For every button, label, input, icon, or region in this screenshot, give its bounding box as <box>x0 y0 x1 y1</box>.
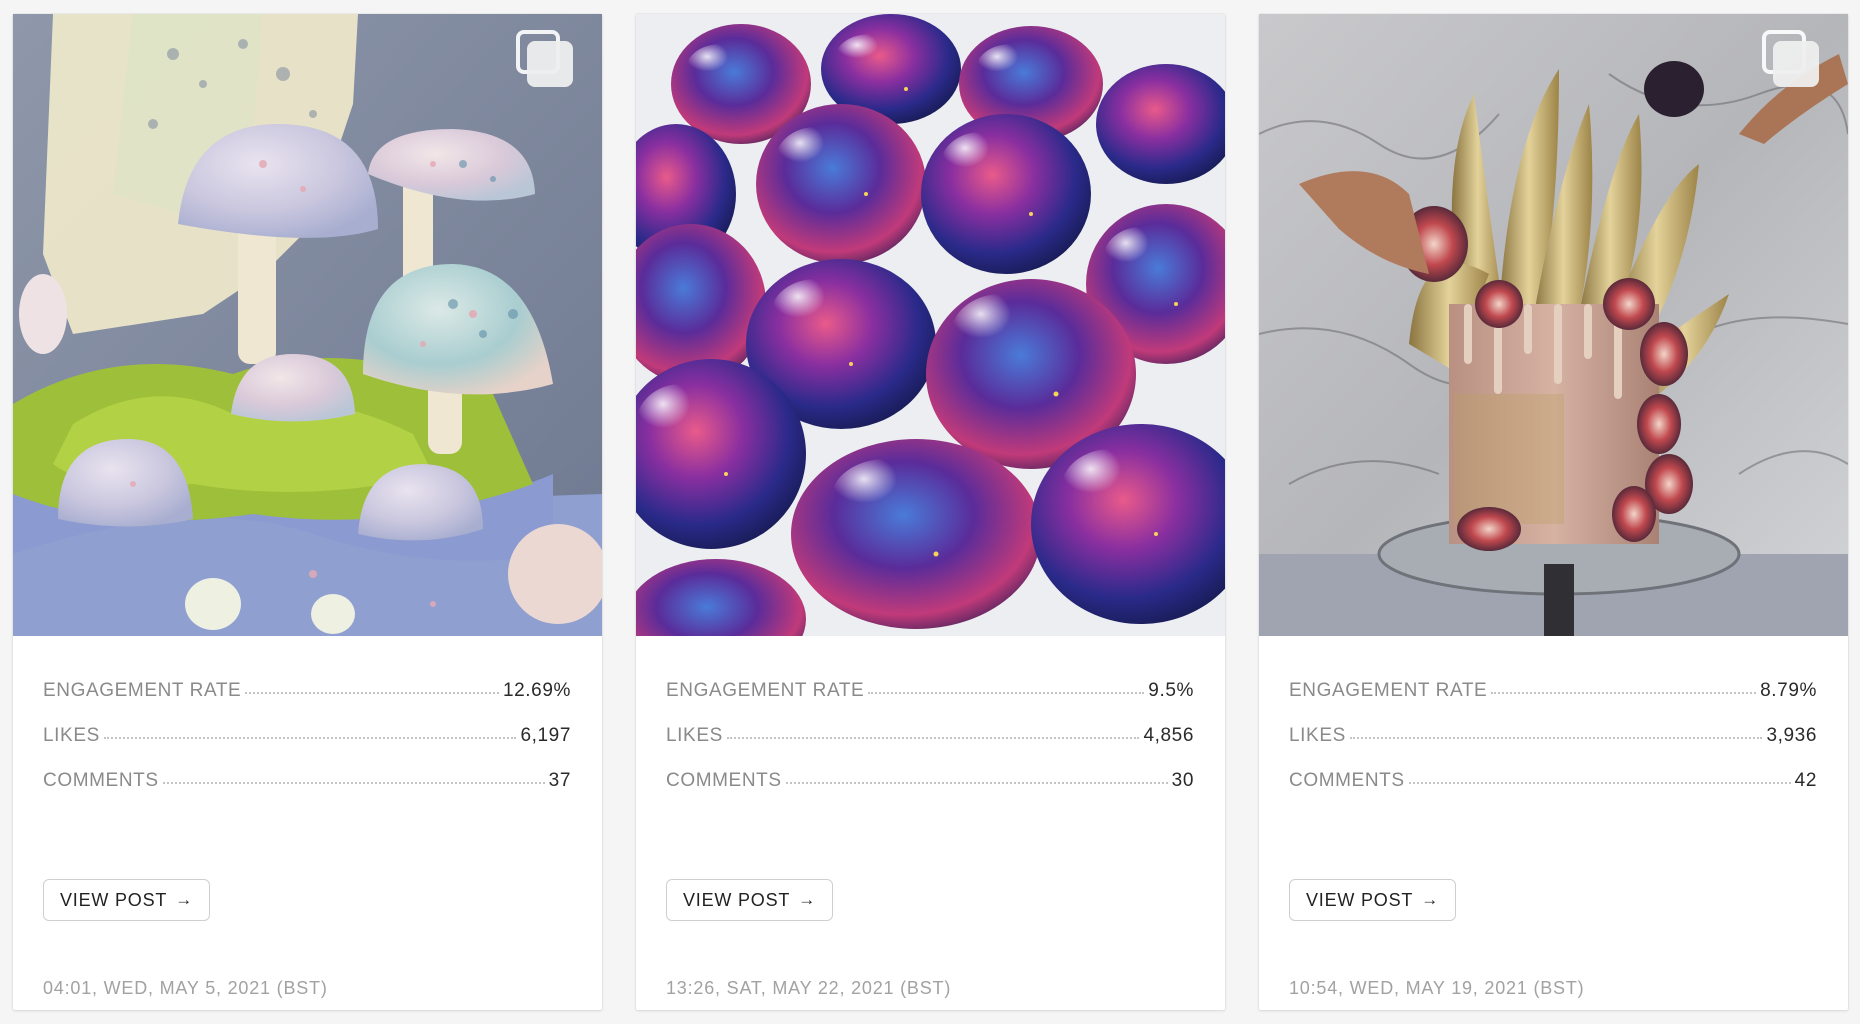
carousel-icon <box>1762 30 1820 88</box>
arrow-right-icon: → <box>798 890 817 909</box>
likes-label: LIKES <box>43 725 100 746</box>
comments-row: COMMENTS 42 <box>1289 770 1817 815</box>
dotted-leader <box>103 737 517 739</box>
likes-value: 6,197 <box>520 725 571 746</box>
view-post-label: VIEW POST <box>683 889 791 910</box>
comments-value: 37 <box>548 770 571 791</box>
likes-value: 4,856 <box>1143 725 1194 746</box>
dotted-leader <box>162 782 545 784</box>
likes-row: LIKES 3,936 <box>1289 725 1817 770</box>
engagement-rate-row: ENGAGEMENT RATE 8.79% <box>1289 680 1817 725</box>
dotted-leader <box>868 692 1145 694</box>
post-stats: ENGAGEMENT RATE 9.5% LIKES 4,856 COMMENT… <box>666 680 1194 815</box>
comments-value: 30 <box>1171 770 1194 791</box>
engagement-rate-value: 8.79% <box>1760 680 1817 701</box>
arrow-right-icon: → <box>1421 890 1440 909</box>
fig-drip-cake-image <box>1259 14 1848 636</box>
view-post-label: VIEW POST <box>60 889 168 910</box>
engagement-rate-row: ENGAGEMENT RATE 12.69% <box>43 680 571 725</box>
comments-label: COMMENTS <box>1289 770 1405 791</box>
engagement-rate-label: ENGAGEMENT RATE <box>1289 680 1488 701</box>
post-timestamp: 10:54, WED, MAY 19, 2021 (BST) <box>1289 978 1585 998</box>
post-image-galaxy-bonbons[interactable] <box>636 14 1225 636</box>
engagement-rate-label: ENGAGEMENT RATE <box>43 680 242 701</box>
post-card: ENGAGEMENT RATE 8.79% LIKES 3,936 COMMEN… <box>1259 14 1848 1010</box>
arrow-right-icon: → <box>175 890 194 909</box>
view-post-button[interactable]: VIEW POST → <box>1289 879 1457 921</box>
post-card: ENGAGEMENT RATE 9.5% LIKES 4,856 COMMENT… <box>636 14 1225 1010</box>
mushroom-cake-image <box>13 14 602 636</box>
dotted-leader <box>785 782 1168 784</box>
dotted-leader <box>245 692 499 694</box>
likes-row: LIKES 4,856 <box>666 725 1194 770</box>
post-stats: ENGAGEMENT RATE 12.69% LIKES 6,197 COMME… <box>43 680 571 815</box>
comments-label: COMMENTS <box>666 770 782 791</box>
post-image-fig-cake[interactable] <box>1259 14 1848 636</box>
comments-value: 42 <box>1794 770 1817 791</box>
post-grid: ENGAGEMENT RATE 12.69% LIKES 6,197 COMME… <box>13 14 1848 1010</box>
dotted-leader <box>1491 692 1757 694</box>
dotted-leader <box>1408 782 1791 784</box>
post-stats: ENGAGEMENT RATE 8.79% LIKES 3,936 COMMEN… <box>1289 680 1817 815</box>
likes-label: LIKES <box>1289 725 1346 746</box>
engagement-rate-value: 12.69% <box>502 680 571 701</box>
likes-label: LIKES <box>666 725 723 746</box>
view-post-button[interactable]: VIEW POST → <box>43 879 211 921</box>
dotted-leader <box>726 737 1140 739</box>
comments-row: COMMENTS 30 <box>666 770 1194 815</box>
view-post-button[interactable]: VIEW POST → <box>666 879 834 921</box>
post-image-mushroom-cake[interactable] <box>13 14 602 636</box>
engagement-rate-row: ENGAGEMENT RATE 9.5% <box>666 680 1194 725</box>
likes-value: 3,936 <box>1766 725 1817 746</box>
galaxy-bonbons-image <box>636 14 1225 636</box>
dotted-leader <box>1349 737 1763 739</box>
carousel-icon <box>516 30 574 88</box>
post-card: ENGAGEMENT RATE 12.69% LIKES 6,197 COMME… <box>13 14 602 1010</box>
engagement-rate-value: 9.5% <box>1148 680 1194 701</box>
engagement-rate-label: ENGAGEMENT RATE <box>666 680 865 701</box>
view-post-label: VIEW POST <box>1306 889 1414 910</box>
likes-row: LIKES 6,197 <box>43 725 571 770</box>
post-timestamp: 13:26, SAT, MAY 22, 2021 (BST) <box>666 978 952 998</box>
comments-label: COMMENTS <box>43 770 159 791</box>
post-timestamp: 04:01, WED, MAY 5, 2021 (BST) <box>43 978 328 998</box>
comments-row: COMMENTS 37 <box>43 770 571 815</box>
